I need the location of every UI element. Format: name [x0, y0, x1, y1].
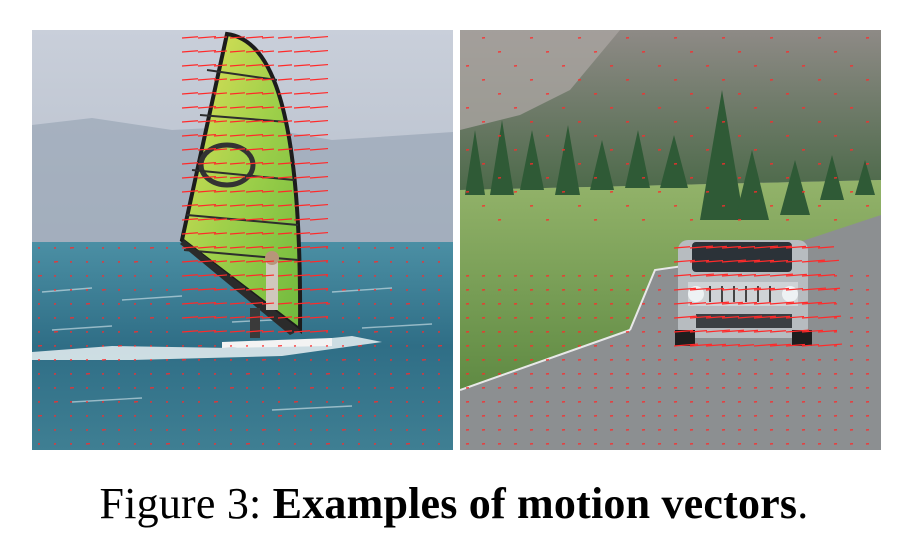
windsurfer-image [32, 30, 453, 450]
windsurfer-scene [32, 30, 453, 450]
rider-legs [250, 308, 260, 338]
suv-road-scene [460, 30, 881, 450]
caption-title: Examples of motion vectors [272, 479, 798, 528]
caption-end: . [797, 479, 809, 528]
figure-caption: Figure 3: Examples of motion vectors. [0, 478, 908, 529]
caption-label: Figure 3: [99, 479, 262, 528]
rider-head [265, 251, 279, 265]
suv-road-image [460, 30, 881, 450]
